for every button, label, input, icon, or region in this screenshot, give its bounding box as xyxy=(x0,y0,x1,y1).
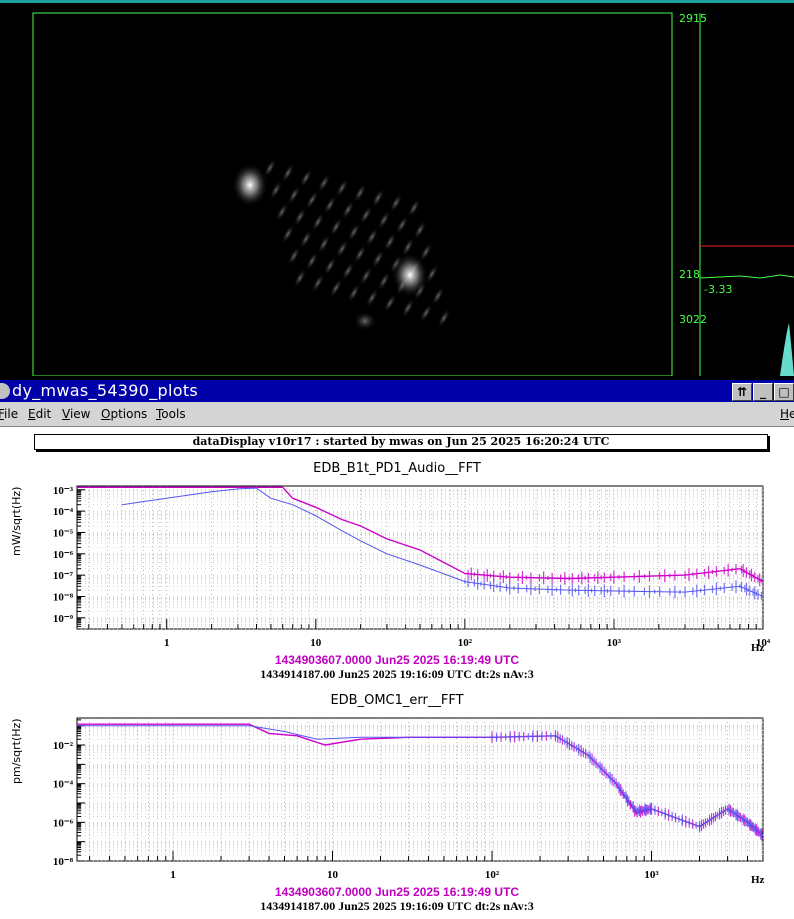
menu-options[interactable]: Options xyxy=(101,407,147,421)
histogram-trace xyxy=(699,274,794,279)
fringe-lobe xyxy=(437,308,451,328)
beam-spot-faint xyxy=(353,311,377,331)
x-tick-label: 10² xyxy=(485,869,500,881)
scale-mid-label: 218 xyxy=(679,268,700,281)
app-icon[interactable] xyxy=(0,383,10,399)
plot1-ref-time: 1434903607.0000 Jun25 2025 16:19:49 UTC xyxy=(274,653,520,667)
camera-roi-frame xyxy=(32,12,673,376)
maximize-button[interactable]: □ xyxy=(774,383,794,401)
fringe-lobe xyxy=(413,220,427,240)
scale-neg-label: -3.33 xyxy=(704,283,732,296)
plot2-cur-time: 1434914187.00 Jun25 2025 19:16:09 UTC dt… xyxy=(260,899,534,913)
x-tick-label: 10³ xyxy=(644,869,659,881)
plot-frame xyxy=(76,485,764,630)
y-tick-label: 10⁻⁵ xyxy=(53,527,74,539)
x-tick-label: 10² xyxy=(458,637,473,649)
minimize-button[interactable]: _ xyxy=(753,383,773,401)
plot2-title: EDB_OMC1_err__FFT xyxy=(330,693,464,708)
fringe-lobe xyxy=(371,188,385,208)
menu-bar: File Edit View Options Tools He xyxy=(0,402,794,427)
plot1-title: EDB_B1t_PD1_Audio__FFT xyxy=(313,461,481,476)
fringe-lobe xyxy=(389,193,403,213)
menu-edit[interactable]: Edit xyxy=(28,407,51,421)
x-tick-label: 1 xyxy=(170,869,176,881)
beam-camera-view: 2915 218 -3.33 3022 xyxy=(0,3,794,376)
y-tick-label: 10⁻² xyxy=(53,740,74,752)
y-tick-label: 10⁻⁷ xyxy=(53,570,74,582)
beam-spot-right xyxy=(392,253,428,297)
y-tick-label: 10⁻⁴ xyxy=(53,506,74,518)
histogram2-peak xyxy=(780,323,794,376)
x-tick-label: 10³ xyxy=(607,637,622,649)
y-tick-label: 10⁻³ xyxy=(53,485,74,497)
plot2-ref-time: 1434903607.0000 Jun25 2025 16:19:49 UTC xyxy=(274,885,520,899)
y-tick-label: 10⁻⁶ xyxy=(53,817,74,829)
beam-camera-svg: 2915 218 -3.33 3022 xyxy=(32,12,794,376)
y-tick-label: 10⁻⁸ xyxy=(53,856,74,868)
fringe-lobe xyxy=(335,178,349,198)
interference-pattern xyxy=(263,158,451,328)
menu-help[interactable]: He xyxy=(780,407,794,421)
y-tick-label: 10⁻⁸ xyxy=(53,591,74,603)
window-titlebar[interactable]: dy_mwas_54390_plots ⇈ _ □ xyxy=(0,380,794,402)
scale-top-label: 2915 xyxy=(679,12,707,25)
y-tick-label: 10⁻⁹ xyxy=(53,613,74,625)
plot-frame xyxy=(76,717,764,862)
beam-spot-left xyxy=(232,163,268,207)
fringe-lobe xyxy=(431,286,445,306)
x-tick-label: 1 xyxy=(164,637,170,649)
menu-view[interactable]: View xyxy=(62,407,90,421)
plot1-cur-time: 1434914187.00 Jun25 2025 19:16:09 UTC dt… xyxy=(260,667,534,681)
hist2-top-label: 3022 xyxy=(679,313,707,326)
window-title: dy_mwas_54390_plots xyxy=(12,381,199,400)
fringe-lobe xyxy=(317,173,331,193)
menu-file[interactable]: File xyxy=(0,407,18,421)
menu-tools[interactable]: Tools xyxy=(156,407,186,421)
y-tick-label: 10⁻⁴ xyxy=(53,779,74,791)
fringe-lobe xyxy=(281,163,295,183)
y-tick-label: 10⁻⁶ xyxy=(53,549,74,561)
fringe-lobe xyxy=(299,168,313,188)
status-banner: dataDisplay v10r17 : started by mwas on … xyxy=(34,434,768,450)
x-tick-label: 10 xyxy=(327,869,339,881)
fringe-lobe xyxy=(407,198,421,218)
raise-button[interactable]: ⇈ xyxy=(732,383,752,401)
plots-window: dy_mwas_54390_plots ⇈ _ □ File Edit View… xyxy=(0,380,794,919)
x-tick-label: 10 xyxy=(310,637,322,649)
plot2-chart[interactable]: 1 10 10² 10³ Hz10⁻²10⁻⁴10⁻⁶10⁻⁸ xyxy=(0,712,794,887)
plot1-chart[interactable]: 1 10 10² 10³ 10⁴Hz10⁻³10⁻⁴10⁻⁵10⁻⁶10⁻⁷10⁻⁸10… xyxy=(0,480,794,655)
fringe-lobe xyxy=(353,183,367,203)
